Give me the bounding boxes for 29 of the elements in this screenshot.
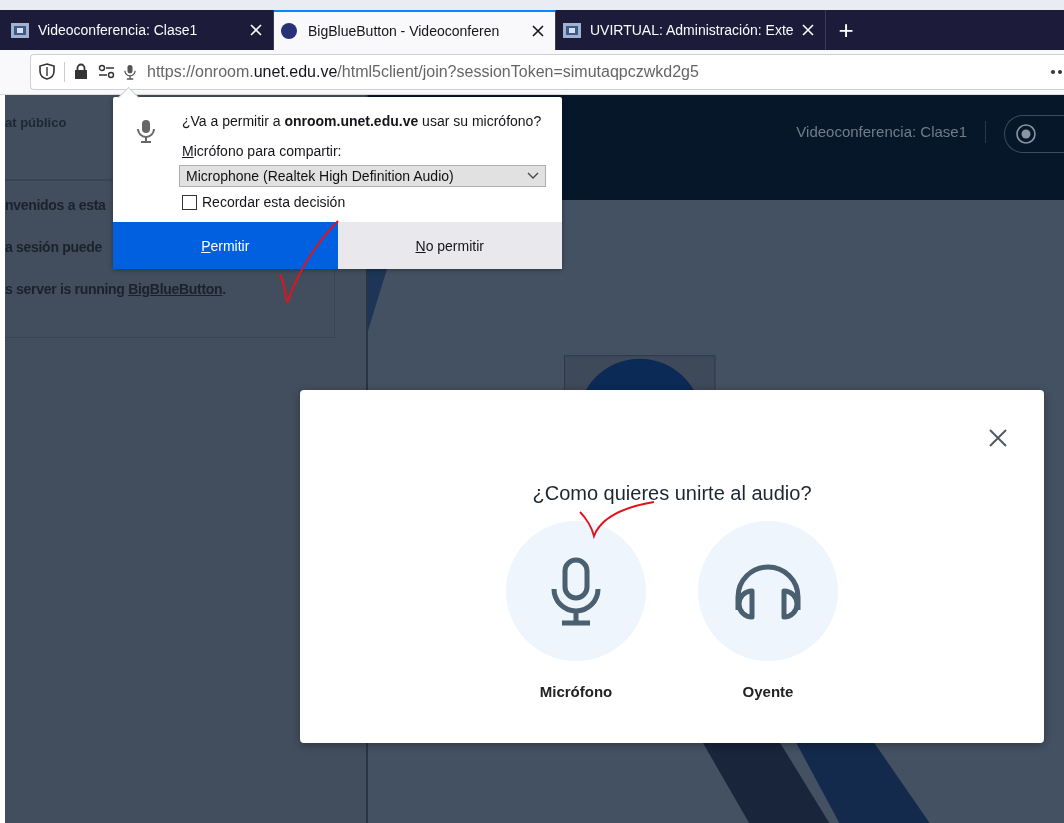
new-tab-button[interactable]: + bbox=[826, 10, 866, 50]
allow-button[interactable]: Permitir bbox=[113, 222, 338, 269]
site-icon bbox=[10, 20, 30, 40]
field-label: Micrófono para compartir: bbox=[182, 143, 343, 159]
url-text: https://onroom.unet.edu.ve/html5client/join?sessionToken=simutaqpczwkd2g5 bbox=[146, 63, 700, 81]
checkbox[interactable] bbox=[182, 194, 197, 210]
sliders-icon bbox=[98, 63, 115, 81]
shield-icon bbox=[39, 63, 56, 81]
close-button[interactable] bbox=[988, 428, 1008, 448]
tab-title: Videoconferencia: Clase1 bbox=[38, 22, 199, 38]
browser-tab[interactable]: BigBlueButton - Videoconferen bbox=[274, 10, 556, 50]
meeting-title: Videoconferencia: Clase1 bbox=[796, 123, 967, 140]
tab-title: BigBlueButton - Videoconferen bbox=[308, 23, 501, 39]
dialog-title: ¿Como quieres unirte al audio? bbox=[532, 482, 812, 505]
site-icon bbox=[562, 20, 582, 40]
address-bar[interactable]: https://onroom.unet.edu.ve/html5client/join?sessionToken=simutaqpczwkd2g5 bbox=[30, 54, 1064, 90]
logo-icon bbox=[280, 21, 300, 41]
close-icon bbox=[988, 428, 1008, 448]
tab-title: UVIRTUAL: Administración: Exte bbox=[590, 22, 793, 38]
checkbox-label: Recordar esta decisión bbox=[202, 194, 346, 210]
microphone-dropdown[interactable]: Microphone (Realtek High Definition Audio) bbox=[179, 165, 546, 187]
lock-icon bbox=[73, 63, 90, 81]
deny-button[interactable]: No permitir bbox=[337, 222, 562, 269]
close-icon[interactable] bbox=[531, 24, 545, 38]
microphone-icon bbox=[123, 63, 137, 81]
chevron-down-icon bbox=[527, 172, 539, 180]
option-label: Oyente bbox=[742, 683, 794, 700]
option-label: Micrófono bbox=[539, 683, 613, 700]
record-icon bbox=[1015, 123, 1037, 145]
